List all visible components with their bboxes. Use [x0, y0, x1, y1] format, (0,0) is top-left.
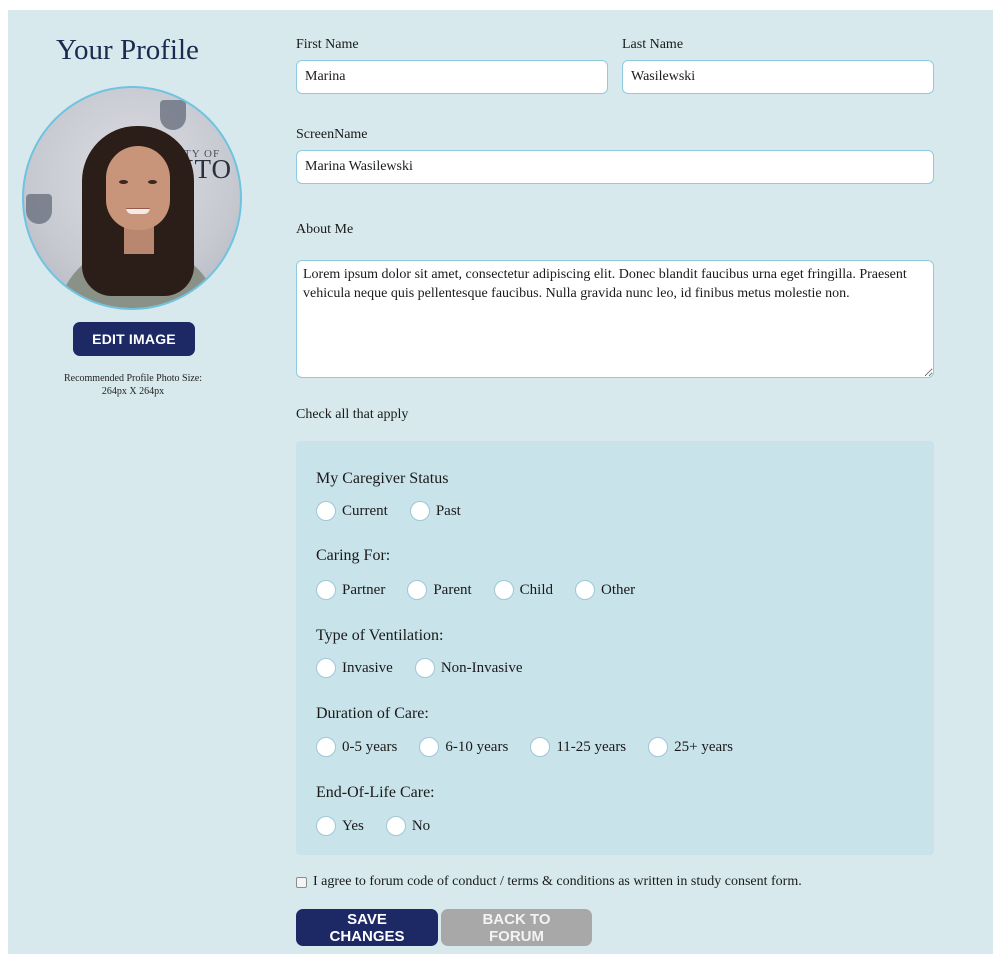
ventilation-type-title: Type of Ventilation:	[316, 627, 444, 644]
option-label: 25+ years	[674, 738, 734, 755]
radio-circle-icon[interactable]	[316, 816, 336, 836]
screen-name-label: ScreenName	[296, 127, 368, 142]
photo-size-note-line2: 264px X 264px	[101, 386, 165, 397]
radio-child[interactable]: Child	[493, 580, 553, 600]
radio-current[interactable]: Current	[316, 501, 388, 521]
end-of-life-care-options: Yes No	[316, 816, 430, 836]
radio-circle-icon[interactable]	[648, 737, 669, 757]
profile-panel: Your Profile TY OF NTO EDIT IMAGE Recomm…	[8, 10, 993, 954]
first-name-field[interactable]	[296, 60, 608, 94]
page-title: Your Profile	[56, 34, 199, 66]
radio-invasive[interactable]: Invasive	[316, 658, 393, 678]
terms-agreement-label: I agree to forum code of conduct / terms…	[313, 874, 802, 889]
photo-size-note: Recommended Profile Photo Size: 264px X …	[8, 372, 258, 398]
end-of-life-care-title: End-Of-Life Care:	[316, 784, 435, 801]
radio-non-invasive[interactable]: Non-Invasive	[414, 658, 523, 678]
avatar-face	[106, 146, 170, 230]
options-panel: My Caregiver Status Current Past Caring …	[296, 441, 934, 855]
radio-25-plus-years[interactable]: 25+ years	[648, 737, 733, 757]
option-label: Current	[342, 502, 388, 519]
radio-circle-icon[interactable]	[575, 580, 595, 600]
save-changes-button[interactable]: SAVE CHANGES	[296, 909, 438, 946]
avatar-mouth	[126, 208, 150, 214]
last-name-field[interactable]	[622, 60, 934, 94]
radio-circle-icon[interactable]	[316, 658, 336, 678]
option-label: No	[411, 817, 431, 834]
option-label: Parent	[433, 581, 472, 598]
caring-for-options: Partner Parent Child Other	[316, 580, 635, 600]
radio-circle-icon[interactable]	[316, 501, 336, 521]
option-label: Past	[435, 502, 461, 519]
terms-checkbox[interactable]	[296, 876, 307, 888]
check-all-label: Check all that apply	[296, 407, 409, 422]
about-me-textarea[interactable]: Lorem ipsum dolor sit amet, consectetur …	[296, 260, 934, 378]
back-to-forum-button[interactable]: BACK TO FORUM	[441, 909, 592, 946]
radio-circle-icon[interactable]	[316, 737, 336, 757]
option-label: 6-10 years	[445, 738, 509, 755]
avatar-eye	[119, 180, 128, 184]
caregiver-status-options: Current Past	[316, 501, 461, 521]
crest-icon	[26, 194, 52, 224]
option-label: Partner	[342, 581, 386, 598]
radio-past[interactable]: Past	[409, 501, 461, 521]
about-me-label: About Me	[296, 222, 354, 237]
edit-image-button[interactable]: EDIT IMAGE	[73, 322, 195, 356]
radio-11-25-years[interactable]: 11-25 years	[530, 737, 626, 757]
radio-0-5-years[interactable]: 0-5 years	[316, 737, 397, 757]
option-label: Other	[601, 581, 636, 598]
duration-of-care-options: 0-5 years 6-10 years 11-25 years 25+ yea…	[316, 737, 733, 757]
radio-circle-icon[interactable]	[316, 580, 336, 600]
photo-size-note-line1: Recommended Profile Photo Size:	[63, 373, 203, 384]
radio-other[interactable]: Other	[575, 580, 635, 600]
option-label: 0-5 years	[342, 738, 398, 755]
radio-circle-icon[interactable]	[530, 737, 551, 757]
caring-for-title: Caring For:	[316, 547, 391, 564]
screen-name-field[interactable]	[296, 150, 934, 184]
option-label: 11-25 years	[556, 738, 627, 755]
radio-parent[interactable]: Parent	[407, 580, 472, 600]
ventilation-type-options: Invasive Non-Invasive	[316, 658, 522, 678]
radio-circle-icon[interactable]	[493, 580, 514, 600]
radio-6-10-years[interactable]: 6-10 years	[419, 737, 508, 757]
first-name-label: First Name	[296, 37, 359, 52]
radio-partner[interactable]: Partner	[316, 580, 385, 600]
radio-circle-icon[interactable]	[409, 501, 430, 521]
radio-circle-icon[interactable]	[407, 580, 428, 600]
avatar-eye	[148, 180, 157, 184]
option-label: Invasive	[342, 659, 393, 676]
last-name-label: Last Name	[622, 37, 684, 52]
radio-no[interactable]: No	[385, 816, 431, 836]
duration-of-care-title: Duration of Care:	[316, 705, 429, 722]
radio-yes[interactable]: Yes	[316, 816, 364, 836]
terms-agreement[interactable]: I agree to forum code of conduct / terms…	[296, 874, 802, 890]
caregiver-status-title: My Caregiver Status	[316, 470, 449, 487]
option-label: Yes	[342, 817, 364, 834]
option-label: Child	[519, 581, 553, 598]
radio-circle-icon[interactable]	[414, 658, 435, 678]
crest-icon	[160, 100, 186, 130]
radio-circle-icon[interactable]	[385, 816, 406, 836]
radio-circle-icon[interactable]	[419, 737, 440, 757]
avatar: TY OF NTO	[22, 86, 242, 310]
option-label: Non-Invasive	[440, 659, 523, 676]
